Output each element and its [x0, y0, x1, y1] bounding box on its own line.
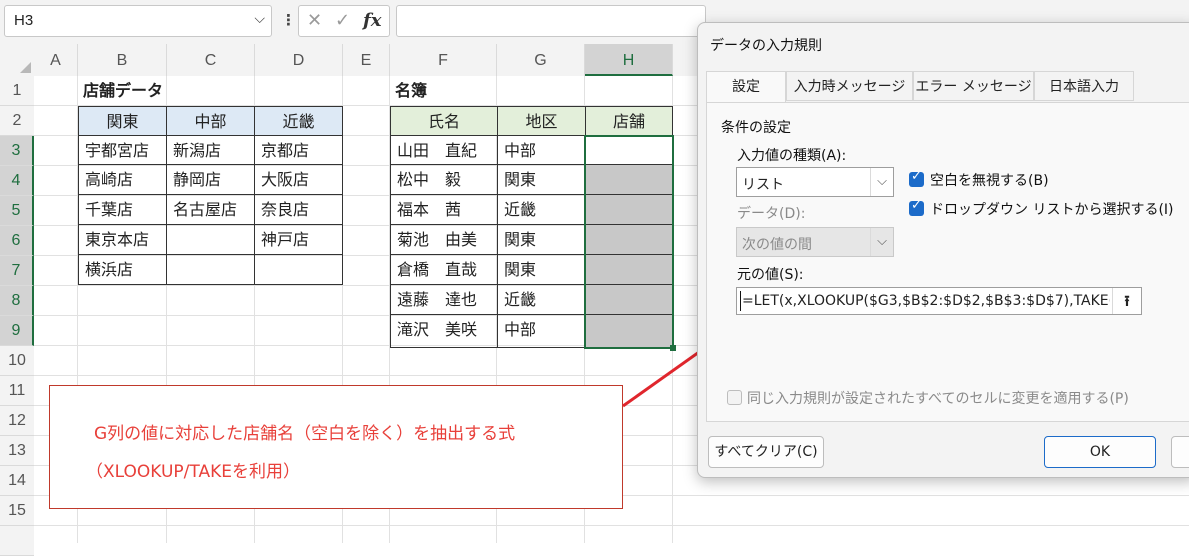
- tab-error-message[interactable]: エラー メッセージ: [913, 71, 1034, 101]
- cancel-button[interactable]: [1171, 436, 1189, 468]
- text-cursor: [740, 291, 741, 311]
- data-select[interactable]: 次の値の間 ⌵: [736, 227, 894, 257]
- clear-all-button[interactable]: すべてクリア(C): [708, 436, 824, 468]
- allow-select[interactable]: リスト ⌵: [736, 167, 894, 197]
- ignore-blank-checkbox[interactable]: [909, 169, 924, 187]
- tab-settings[interactable]: 設定: [706, 71, 786, 103]
- chevron-down-icon: ⌵: [870, 168, 893, 196]
- tab-ime[interactable]: 日本語入力: [1034, 71, 1134, 101]
- section-label: 条件の設定: [721, 120, 791, 136]
- collapse-dialog-icon[interactable]: ⭱: [1112, 288, 1141, 314]
- source-label: 元の値(S):: [737, 267, 804, 283]
- allow-select-value: リスト: [742, 177, 784, 193]
- source-input[interactable]: =LET(x,XLOOKUP($G3,$B$2:$D$2,$B$3:$D$7),…: [736, 287, 1142, 315]
- source-input-value: =LET(x,XLOOKUP($G3,$B$2:$D$2,$B$3:$D$7),…: [742, 293, 1110, 309]
- apply-all-checkbox[interactable]: [727, 390, 742, 405]
- ok-button[interactable]: OK: [1044, 436, 1156, 468]
- dialog-title: データの入力規則: [710, 38, 822, 54]
- in-cell-dropdown-checkbox[interactable]: [909, 198, 924, 216]
- in-cell-dropdown-label[interactable]: ドロップダウン リストから選択する(I): [930, 199, 1174, 219]
- data-validation-dialog: データの入力規則 設定 入力時メッセージ エラー メッセージ 日本語入力 条件の…: [697, 22, 1189, 478]
- allow-label: 入力値の種類(A):: [737, 148, 847, 164]
- settings-panel: 条件の設定 入力値の種類(A): リスト ⌵ 空白を無視する(B) ドロップダウ…: [706, 102, 1189, 422]
- ignore-blank-label[interactable]: 空白を無視する(B): [930, 170, 1049, 190]
- apply-all-label[interactable]: 同じ入力規則が設定されたすべてのセルに変更を適用する(P): [747, 388, 1129, 408]
- data-select-value: 次の値の間: [742, 237, 812, 253]
- tab-input-message[interactable]: 入力時メッセージ: [786, 71, 913, 101]
- data-label: データ(D):: [737, 206, 806, 222]
- chevron-down-icon: ⌵: [870, 228, 893, 256]
